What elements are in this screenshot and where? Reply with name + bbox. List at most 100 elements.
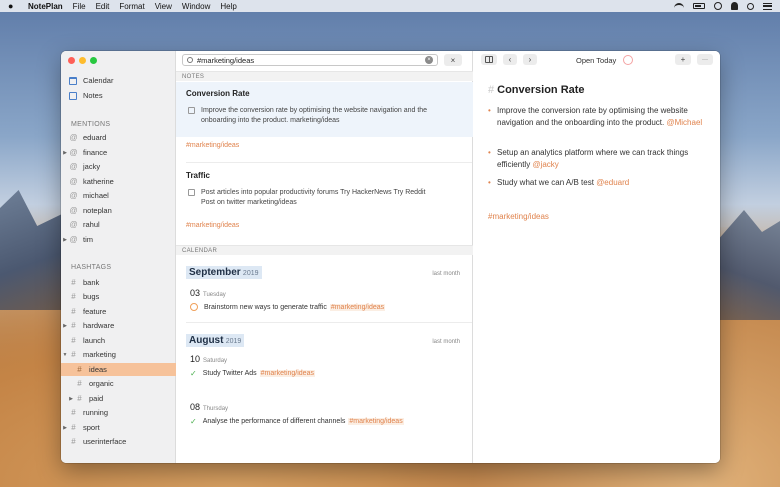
hashtag-icon: # (71, 350, 76, 359)
forward-button[interactable]: › (523, 54, 537, 65)
more-options-button[interactable]: ··· (697, 54, 713, 65)
note-hashtag[interactable]: #marketing/ideas (488, 212, 549, 221)
zoom-window-button[interactable] (90, 57, 97, 64)
note-hashtag[interactable]: #marketing/ideas (186, 142, 239, 149)
note-bullet[interactable]: • Study what we can A/B test @eduard (488, 177, 713, 189)
sidebar-item-hashtag-ideas[interactable]: # ideas (61, 363, 176, 376)
note-bullet[interactable]: • Improve the conversion rate by optimis… (488, 105, 713, 129)
task-hashtag[interactable]: #marketing/ideas (348, 418, 404, 425)
sidebar-item-hashtag-feature[interactable]: # feature (61, 305, 176, 318)
note-heading[interactable]: # Conversion Rate (488, 84, 585, 96)
spotlight-search-icon[interactable] (747, 2, 754, 10)
sidebar-item-label: tim (83, 235, 93, 244)
today-circle-icon[interactable] (623, 55, 633, 65)
checkmark-icon[interactable]: ✓ (190, 417, 197, 426)
wifi-icon[interactable] (674, 2, 684, 10)
task-hashtag[interactable]: #marketing/ideas (329, 303, 386, 311)
sidebar-item-label: Calendar (83, 76, 114, 85)
disclosure-triangle-icon[interactable]: ▶ (61, 150, 69, 156)
hashtag-icon: # (71, 278, 76, 287)
sidebar-item-label: noteplan (83, 206, 112, 215)
sidebar-item-hashtag-launch[interactable]: # launch (61, 334, 176, 347)
menu-window[interactable]: Window (182, 2, 210, 11)
toggle-sidebar-button[interactable] (481, 54, 497, 65)
menu-format[interactable]: Format (119, 2, 144, 11)
sidebar-item-mention-eduard[interactable]: @ eduard (61, 131, 176, 144)
disclosure-triangle-icon[interactable]: ▶ (67, 396, 75, 402)
sidebar-item-mention-tim[interactable]: ▶ @ tim (61, 233, 176, 246)
checkbox-icon[interactable] (188, 107, 195, 114)
sidebar-item-label: organic (89, 379, 114, 388)
hashtag-icon: # (71, 307, 76, 316)
note-hashtag[interactable]: #marketing/ideas (186, 222, 239, 229)
note-result-card[interactable]: Conversion Rate Improve the conversion r… (176, 82, 473, 137)
calendar-task[interactable]: ✓ Study Twitter Ads #marketing/ideas (190, 369, 315, 378)
note-result-card[interactable]: Traffic Post articles into popular produ… (176, 163, 473, 233)
hashtag-icon: # (77, 394, 82, 403)
note-task-line: Improve the conversion rate by optimisin… (186, 106, 456, 126)
sidebar-item-hashtag-userinterface[interactable]: # userinterface (61, 435, 176, 448)
mention-link[interactable]: @jacky (532, 160, 558, 169)
close-search-button[interactable]: × (444, 54, 462, 66)
sidebar-item-hashtag-sport[interactable]: ▶ # sport (61, 421, 176, 434)
sidebar-item-hashtag-running[interactable]: # running (61, 406, 176, 419)
sidebar-item-hashtag-organic[interactable]: # organic (61, 377, 176, 390)
task-text: Study Twitter Ads (202, 370, 257, 377)
open-task-circle-icon[interactable] (190, 303, 198, 311)
battery-icon[interactable] (693, 3, 705, 9)
back-button[interactable]: ‹ (503, 54, 517, 65)
sidebar-item-calendar[interactable]: Calendar (61, 74, 176, 87)
apple-menu-icon[interactable]: ● (8, 1, 20, 11)
sidebar-item-hashtag-bugs[interactable]: # bugs (61, 290, 176, 303)
sidebar-item-hashtag-marketing[interactable]: ▼ # marketing (61, 348, 176, 361)
disclosure-triangle-open-icon[interactable]: ▼ (61, 352, 69, 358)
desktop-mountain (0, 190, 62, 310)
menu-view[interactable]: View (155, 2, 172, 11)
disclosure-triangle-icon[interactable]: ▶ (61, 425, 69, 431)
sidebar-item-mention-michael[interactable]: @ michael (61, 189, 176, 202)
sidebar-item-hashtag-hardware[interactable]: ▶ # hardware (61, 319, 176, 332)
app-menu[interactable]: NotePlan (28, 2, 63, 11)
hashtag-icon: # (77, 379, 82, 388)
sidebar-item-mention-jacky[interactable]: @ jacky (61, 160, 176, 173)
calendar-task[interactable]: Brainstorm new ways to generate traffic … (190, 303, 386, 311)
menu-file[interactable]: File (73, 2, 86, 11)
heading-hash-marker: # (488, 84, 495, 96)
month-year: 2019 (242, 270, 259, 277)
sidebar-item-label: marketing (83, 350, 116, 359)
task-hashtag[interactable]: #marketing/ideas (259, 370, 315, 377)
user-icon[interactable] (731, 2, 738, 10)
at-icon: @ (69, 220, 78, 229)
hashtag-icon: # (71, 437, 76, 446)
note-editor: ‹ › Open Today + ··· # Conversion Rate • … (473, 51, 720, 463)
search-input[interactable] (197, 55, 425, 65)
notification-center-icon[interactable] (763, 2, 772, 10)
open-today-button[interactable]: Open Today (576, 56, 616, 65)
checkmark-icon[interactable]: ✓ (190, 369, 197, 378)
menu-help[interactable]: Help (220, 2, 236, 11)
month-header: September 2019 (186, 266, 262, 279)
menu-edit[interactable]: Edit (96, 2, 110, 11)
mention-link[interactable]: @eduard (596, 178, 629, 187)
close-window-button[interactable] (68, 57, 75, 64)
sidebar-item-mention-noteplan[interactable]: @ noteplan (61, 204, 176, 217)
new-note-button[interactable]: + (675, 54, 691, 65)
calendar-task[interactable]: ✓ Analyse the performance of different c… (190, 417, 404, 426)
sidebar-item-mention-katherine[interactable]: @ katherine (61, 175, 176, 188)
sidebar-item-hashtag-bank[interactable]: # bank (61, 276, 176, 289)
hashtags-heading: HASHTAGS (71, 264, 112, 271)
checkbox-icon[interactable] (188, 189, 195, 196)
at-icon: @ (69, 235, 78, 244)
clear-search-icon[interactable]: × (425, 56, 433, 64)
note-bullet[interactable]: • Setup an analytics platform where we c… (488, 147, 713, 171)
search-field[interactable]: × (182, 54, 438, 66)
minimize-window-button[interactable] (79, 57, 86, 64)
disclosure-triangle-icon[interactable]: ▶ (61, 323, 69, 329)
sidebar-item-mention-finance[interactable]: ▶ @ finance (61, 146, 176, 159)
sidebar-item-notes[interactable]: Notes (61, 89, 176, 102)
mention-link[interactable]: @Michael (666, 118, 702, 127)
sidebar-item-mention-rahul[interactable]: @ rahul (61, 218, 176, 231)
disclosure-triangle-icon[interactable]: ▶ (61, 237, 69, 243)
sidebar-item-hashtag-paid[interactable]: ▶ # paid (61, 392, 176, 405)
clock-icon[interactable] (714, 2, 722, 10)
